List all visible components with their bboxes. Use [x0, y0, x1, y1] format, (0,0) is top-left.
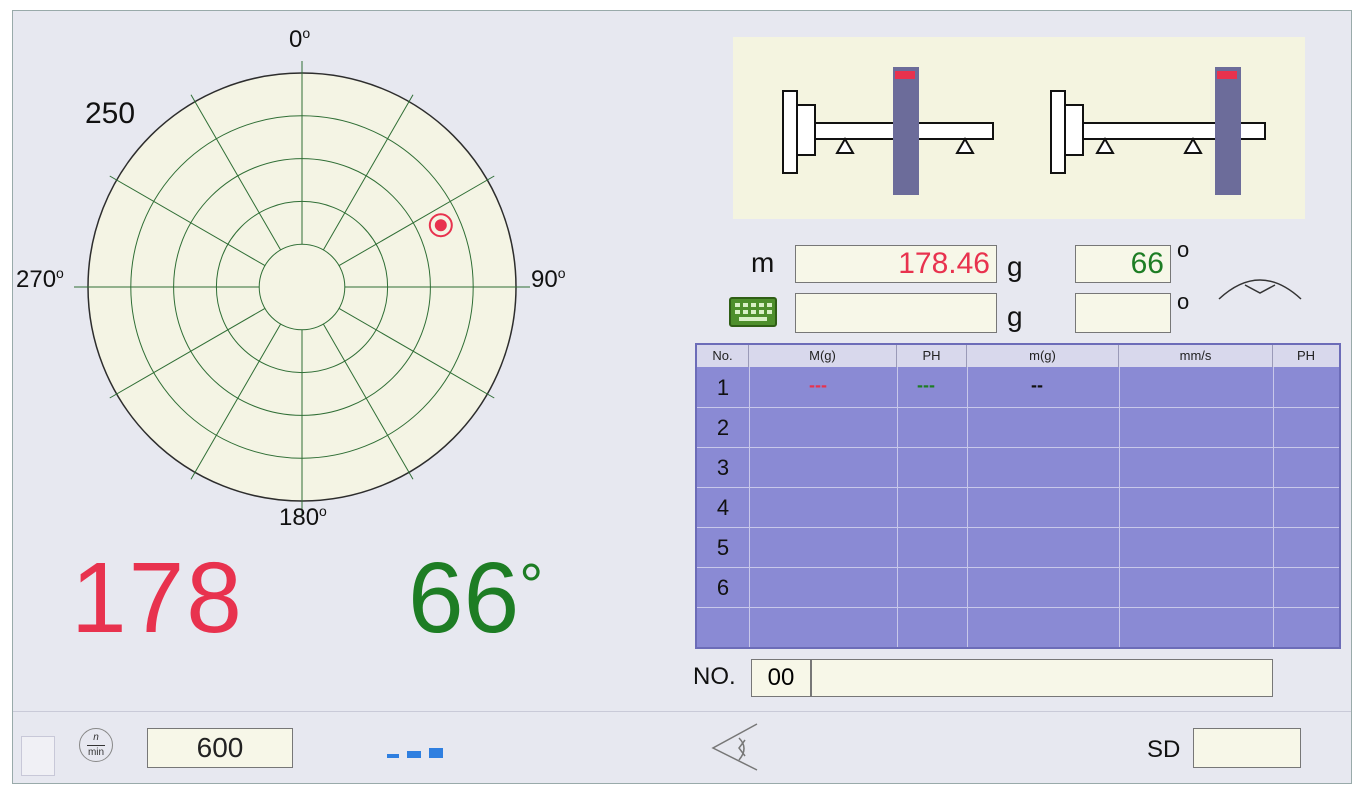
eye-icon[interactable] [709, 720, 765, 772]
rotor-left [782, 67, 994, 195]
mass-unit-2: g [1007, 301, 1023, 332]
mass-field-2[interactable] [795, 293, 997, 333]
rotor-diagram-svg [782, 67, 1266, 195]
polar-label-left: 270o [16, 265, 64, 293]
polar-label-top: 0o [289, 25, 311, 53]
bottom-bar: n min 600 SD [13, 711, 1351, 783]
mass-readout: 178 [71, 542, 244, 654]
arc-angle-icon[interactable] [1215, 269, 1305, 303]
col-header-no: No. [697, 345, 749, 367]
table-row[interactable]: 4 [697, 489, 749, 527]
col-header-mass: M(g) [749, 345, 897, 367]
results-table[interactable]: No. M(g) PH m(g) mm/s PH 1 2 3 4 5 6 ---… [695, 343, 1341, 649]
table-row[interactable]: 6 [697, 569, 749, 607]
col-header-phase-2: PH [1273, 345, 1339, 367]
polar-label-right: 90o [531, 265, 566, 293]
row1-residual: -- [1031, 375, 1043, 395]
unbalance-marker-icon[interactable] [434, 219, 447, 232]
col-header-velocity: mm/s [1119, 345, 1273, 367]
angle-unit: o [1177, 237, 1190, 262]
rotor-diagram [733, 37, 1305, 219]
col-header-residual: m(g) [967, 345, 1119, 367]
mass-unit: g [1007, 251, 1023, 282]
table-row[interactable]: 3 [697, 449, 749, 487]
polar-grid [74, 61, 530, 515]
polar-plot [74, 61, 530, 515]
rpm-icon[interactable]: n min [79, 728, 113, 762]
col-header-phase: PH [897, 345, 967, 367]
keyboard-icon[interactable] [729, 297, 777, 327]
rotor-right [1050, 67, 1266, 195]
angle-field[interactable]: 66 [1075, 245, 1171, 283]
row1-phase: --- [917, 375, 935, 395]
row1-mass: --- [809, 375, 827, 395]
record-label: NO. [693, 663, 736, 690]
signal-bars-icon [387, 748, 443, 758]
polar-label-bottom: 180o [279, 503, 327, 531]
balancer-screen: 0o 90o 180o 270o 250 178 66° m 178.46 g … [12, 10, 1352, 784]
record-name-field[interactable] [811, 659, 1273, 697]
speed-field[interactable]: 600 [147, 728, 293, 768]
angle-unit-2: o [1177, 289, 1190, 314]
table-row[interactable]: 1 [697, 369, 749, 407]
angle-readout: 66° [408, 542, 544, 654]
table-row[interactable]: 2 [697, 409, 749, 447]
angle-field-2[interactable] [1075, 293, 1171, 333]
mass-label: m [751, 247, 775, 278]
sd-label: SD [1147, 736, 1181, 763]
sd-field[interactable] [1193, 728, 1301, 768]
mass-field[interactable]: 178.46 [795, 245, 997, 283]
table-row[interactable]: 5 [697, 529, 749, 567]
record-number-field[interactable]: 00 [751, 659, 811, 697]
polar-scale-label: 250 [85, 97, 136, 130]
status-indicator [21, 736, 55, 776]
